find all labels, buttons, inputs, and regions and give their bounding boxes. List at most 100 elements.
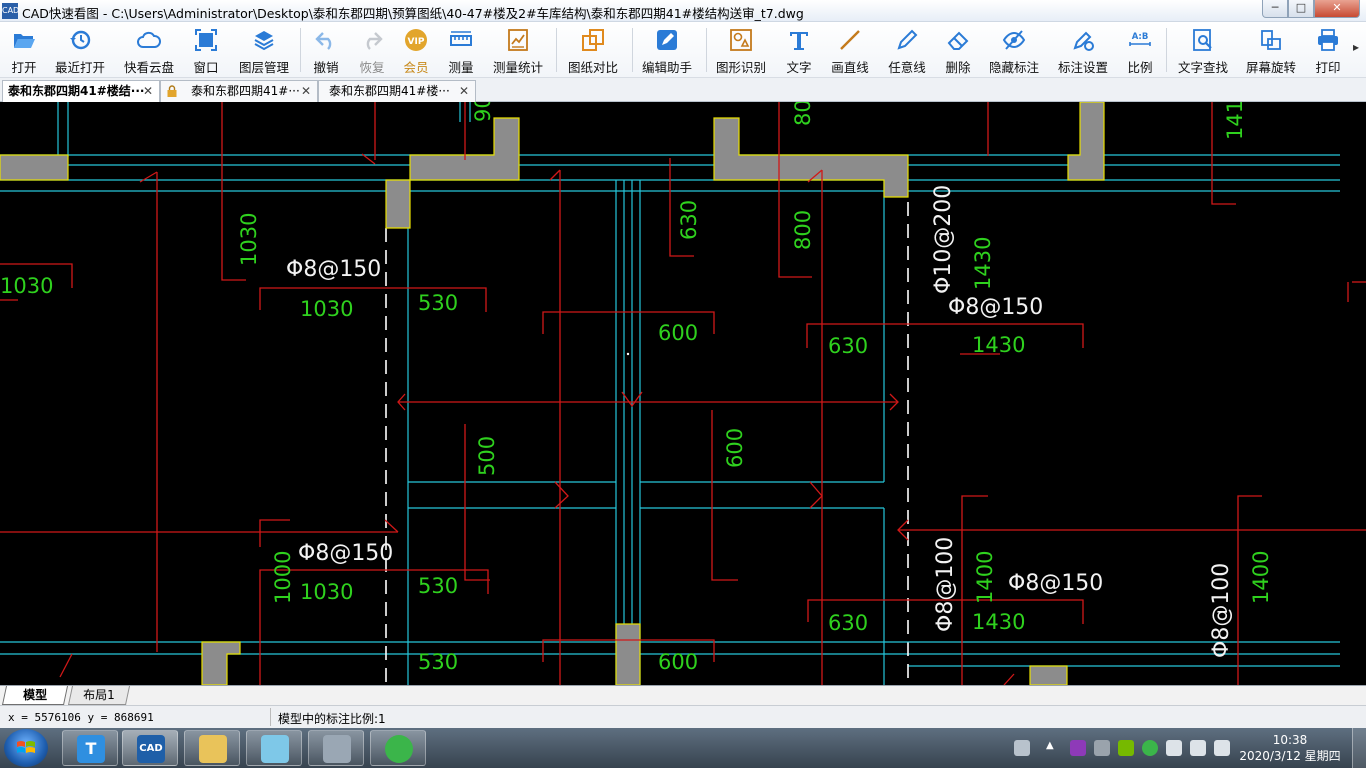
- vip-button[interactable]: VIP 会员: [398, 26, 434, 75]
- clock-time: 10:38: [1272, 733, 1308, 747]
- shape-recog-button[interactable]: 图形识别: [712, 26, 770, 75]
- nvidia-icon[interactable]: [1118, 740, 1134, 756]
- ratio-button[interactable]: A:B 比例: [1122, 26, 1158, 75]
- dim-text: 1000: [271, 551, 295, 604]
- rebar-annotation: Φ10@200: [931, 185, 956, 294]
- refresh-app-icon: [385, 735, 413, 763]
- dim-text: 600: [658, 650, 698, 674]
- taskbar-app-green[interactable]: [370, 730, 426, 766]
- mark-settings-button[interactable]: 标注设置: [1052, 26, 1114, 75]
- tray-expand-icon[interactable]: ▲: [1046, 740, 1062, 756]
- rotate-label: 屏幕旋转: [1245, 60, 1296, 75]
- undo-icon: [315, 32, 332, 50]
- tab-label: 泰和东郡四期41#···: [191, 84, 300, 98]
- tray-app-icon[interactable]: [1070, 740, 1086, 756]
- tab-layout1[interactable]: 布局1: [67, 686, 131, 705]
- keyboard-icon[interactable]: [1014, 740, 1030, 756]
- print-label: 打印: [1315, 60, 1341, 75]
- start-button[interactable]: [4, 729, 48, 767]
- window-button[interactable]: 窗口: [188, 26, 224, 75]
- mark-settings-label: 标注设置: [1057, 60, 1108, 75]
- erase-label: 删除: [945, 60, 971, 75]
- minimize-button[interactable]: ─: [1262, 0, 1288, 18]
- tab-close-icon[interactable]: ✕: [459, 81, 469, 101]
- tab-close-icon[interactable]: ✕: [143, 81, 153, 101]
- cloud-icon: [137, 31, 161, 48]
- rebar-annotation: Φ8@150: [298, 541, 393, 566]
- recent-button[interactable]: 最近打开: [52, 26, 108, 75]
- redo-button[interactable]: 恢复: [354, 26, 390, 75]
- measure-button[interactable]: 测量: [442, 26, 480, 75]
- tab-layout1-label: 布局1: [83, 688, 115, 702]
- undo-button[interactable]: 撤销: [308, 26, 344, 75]
- windows-logo-icon: [17, 741, 35, 753]
- window-icon: [195, 29, 217, 51]
- taskbar-app-explorer[interactable]: [184, 730, 240, 766]
- hide-marks-button[interactable]: 隐藏标注: [986, 26, 1042, 75]
- edit-helper-button[interactable]: 编辑助手: [638, 26, 696, 75]
- tab-model[interactable]: 模型: [1, 686, 69, 705]
- vip-label: 会员: [403, 60, 429, 75]
- measure-stats-button[interactable]: 测量统计: [490, 26, 546, 75]
- clock[interactable]: 10:38 2020/3/12 星期四: [1232, 732, 1348, 764]
- layers-button[interactable]: 图层管理: [236, 26, 292, 75]
- dim-text: 600: [658, 321, 698, 345]
- taskbar-app-t[interactable]: T: [62, 730, 118, 766]
- freeline-button[interactable]: 任意线: [884, 26, 930, 75]
- close-button[interactable]: ✕: [1314, 0, 1360, 18]
- open-button[interactable]: 打开: [4, 26, 44, 75]
- vip-icon: VIP: [405, 29, 427, 51]
- text-label: 文字: [786, 60, 812, 75]
- text-button[interactable]: 文字: [780, 26, 818, 75]
- dim-text: 630: [828, 611, 868, 635]
- rebar-annotation: Φ8@150: [948, 295, 1043, 320]
- rotate-button[interactable]: 屏幕旋转: [1242, 26, 1300, 75]
- erase-button[interactable]: 删除: [938, 26, 978, 75]
- tab-document-2[interactable]: 泰和东郡四期41#··· ✕: [160, 80, 318, 102]
- text-search-button[interactable]: 文字查找: [1174, 26, 1232, 75]
- vip-icon-text: VIP: [408, 37, 425, 47]
- compare-icon: [582, 29, 604, 51]
- center-point: [626, 352, 630, 356]
- shape-recognition-icon: [730, 29, 752, 51]
- tab-document-3[interactable]: 泰和东郡四期41#楼··· ✕: [318, 80, 476, 102]
- device-icon[interactable]: [1166, 740, 1182, 756]
- recent-label: 最近打开: [54, 60, 105, 75]
- toolbar-overflow-arrow[interactable]: ▸: [1353, 40, 1359, 54]
- title-bar: CAD CAD快速看图 - C:\Users\Administrator\Des…: [0, 0, 1366, 22]
- tab-label: 泰和东郡四期41#楼···: [329, 84, 450, 98]
- line-button[interactable]: 画直线: [826, 26, 874, 75]
- tab-document-1[interactable]: 泰和东郡四期41#楼结··· ✕: [2, 80, 160, 102]
- ruler-icon: [450, 31, 472, 46]
- window-label: 窗口: [193, 60, 219, 75]
- pencil-icon: [897, 29, 918, 50]
- taskbar-app-cad[interactable]: CAD: [122, 730, 178, 766]
- show-desktop-button[interactable]: [1352, 728, 1366, 768]
- dim-text: 530: [418, 650, 458, 674]
- app-icon: CAD: [2, 3, 19, 19]
- calculator-icon: [323, 735, 351, 763]
- dim-text: 500: [475, 436, 499, 476]
- tab-close-icon[interactable]: ✕: [301, 81, 311, 101]
- maximize-button[interactable]: □: [1288, 0, 1314, 18]
- dim-text: 800: [791, 210, 815, 250]
- taskbar: T CAD ▲ 10:38 2020/3/12 星期四: [0, 728, 1366, 768]
- shape-recog-label: 图形识别: [715, 60, 766, 75]
- tray-app-icon-2[interactable]: [1094, 740, 1110, 756]
- compare-button[interactable]: 图纸对比: [564, 26, 622, 75]
- network-icon[interactable]: [1190, 740, 1206, 756]
- taskbar-app-notes[interactable]: [246, 730, 302, 766]
- open-label: 打开: [11, 60, 37, 75]
- volume-icon[interactable]: [1214, 740, 1230, 756]
- printer-icon: [1318, 29, 1338, 51]
- print-button[interactable]: 打印: [1310, 26, 1346, 75]
- tray-green-icon[interactable]: [1142, 740, 1158, 756]
- measure-label: 测量: [448, 60, 474, 75]
- undo-label: 撤销: [313, 60, 339, 75]
- cloud-button[interactable]: 快看云盘: [120, 26, 178, 75]
- drawing-canvas[interactable]: 1030 1030 1030 530 530 530 600 600 630 6…: [0, 102, 1366, 685]
- compare-label: 图纸对比: [567, 60, 618, 75]
- taskbar-app-calculator[interactable]: [308, 730, 364, 766]
- measure-stats-label: 测量统计: [492, 60, 543, 75]
- layers-label: 图层管理: [238, 60, 289, 75]
